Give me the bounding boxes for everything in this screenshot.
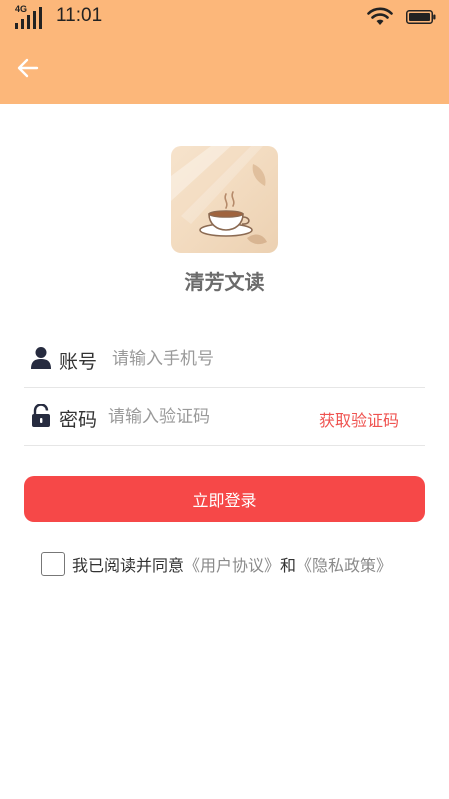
back-button[interactable] [12,52,44,84]
status-time: 11:01 [56,5,103,26]
privacy-policy-link[interactable]: 《隐私政策》 [296,552,392,576]
login-button[interactable]: 立即登录 [24,476,425,522]
phone-field-row: 账号 [24,330,425,388]
code-label: 密码 [59,409,98,431]
agreement-connector: 和 [280,556,297,575]
status-bar: 4G 11:01 [0,0,449,34]
code-input[interactable] [108,402,308,432]
code-field-row: 密码 获取验证码 [24,388,425,446]
agreement-prefix: 我已阅读并同意 [72,556,185,575]
phone-label: 账号 [59,351,98,373]
get-code-button[interactable]: 获取验证码 [319,407,399,431]
agreement-checkbox[interactable] [41,552,65,576]
app-header: 4G 11:01 [0,0,449,104]
user-agreement-link[interactable]: 《用户协议》 [184,552,280,576]
app-logo [171,146,278,253]
network-type: 4G [15,4,28,14]
arrow-left-icon [17,58,39,78]
phone-input[interactable] [112,344,412,374]
cellular-signal-icon: 4G [13,4,43,30]
agreement-row: 我已阅读并同意 《用户协议》 和 《隐私政策》 [41,551,392,577]
coffee-cup-icon [171,146,267,245]
lock-icon [32,404,50,427]
battery-icon [406,10,436,24]
user-icon [31,347,51,369]
wifi-icon [367,7,393,25]
app-name: 清芳文读 [184,270,265,294]
